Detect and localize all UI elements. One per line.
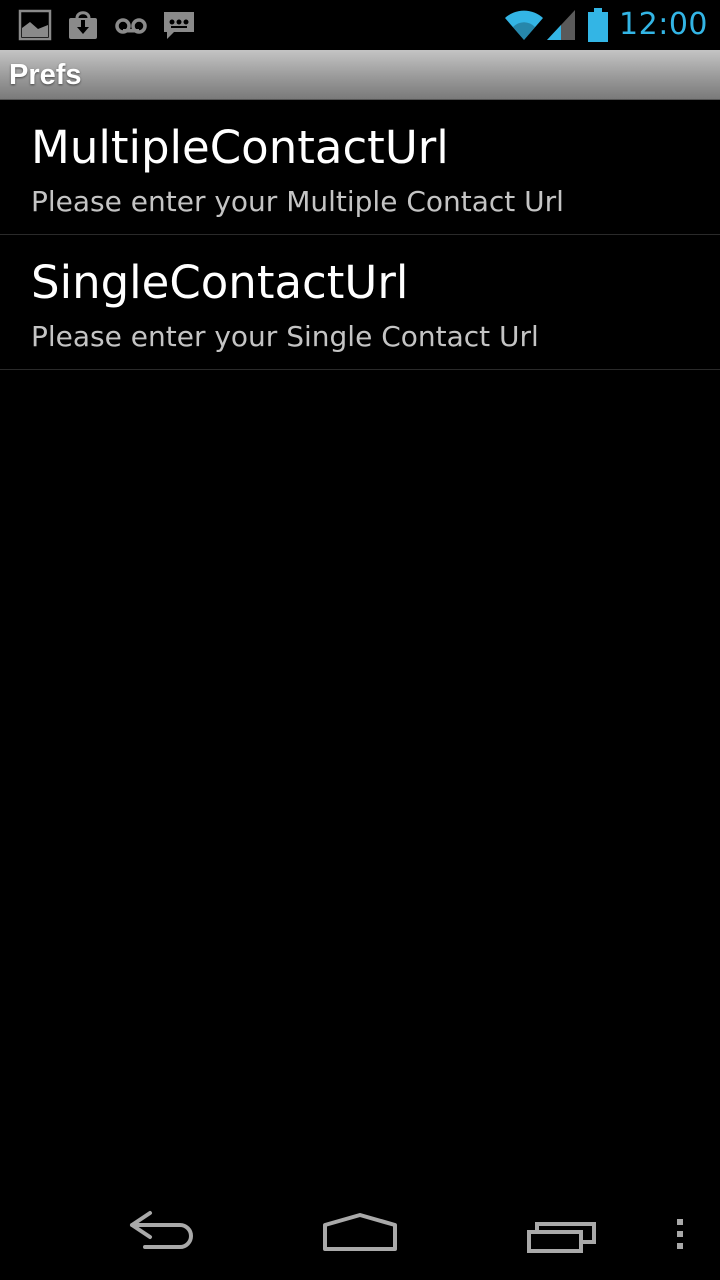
pref-title: MultipleContactUrl [31, 121, 449, 174]
pref-summary: Please enter your Multiple Contact Url [31, 185, 564, 218]
recents-icon [527, 1222, 596, 1253]
pref-title: SingleContactUrl [31, 256, 409, 309]
pref-item-single-contact-url[interactable]: SingleContactUrl Please enter your Singl… [0, 235, 720, 370]
preference-list: MultipleContactUrl Please enter your Mul… [0, 100, 720, 370]
status-bar: 12:00 [0, 0, 720, 50]
recents-button[interactable] [510, 1190, 610, 1280]
download-icon [69, 11, 97, 39]
menu-icon [677, 1219, 683, 1249]
clock: 12:00 [619, 7, 708, 42]
back-button[interactable] [110, 1190, 210, 1280]
title-bar: Prefs [0, 50, 720, 100]
back-icon [130, 1211, 193, 1249]
notification-icons [18, 8, 196, 42]
pref-item-multiple-contact-url[interactable]: MultipleContactUrl Please enter your Mul… [0, 100, 720, 235]
navigation-bar [0, 1190, 720, 1280]
home-icon [323, 1213, 397, 1251]
screen: 12:00 Prefs MultipleContactUrl Please en… [0, 0, 720, 1280]
signal-icon [547, 10, 576, 40]
wifi-icon [505, 10, 544, 40]
voicemail-icon [115, 18, 147, 34]
page-title: Prefs [9, 59, 82, 91]
menu-button[interactable] [660, 1190, 700, 1280]
battery-icon [588, 8, 609, 42]
gallery-icon [18, 9, 52, 41]
message-icon [164, 12, 194, 39]
system-indicators: 12:00 [503, 6, 708, 44]
home-button[interactable] [310, 1190, 410, 1280]
pref-summary: Please enter your Single Contact Url [31, 320, 539, 353]
